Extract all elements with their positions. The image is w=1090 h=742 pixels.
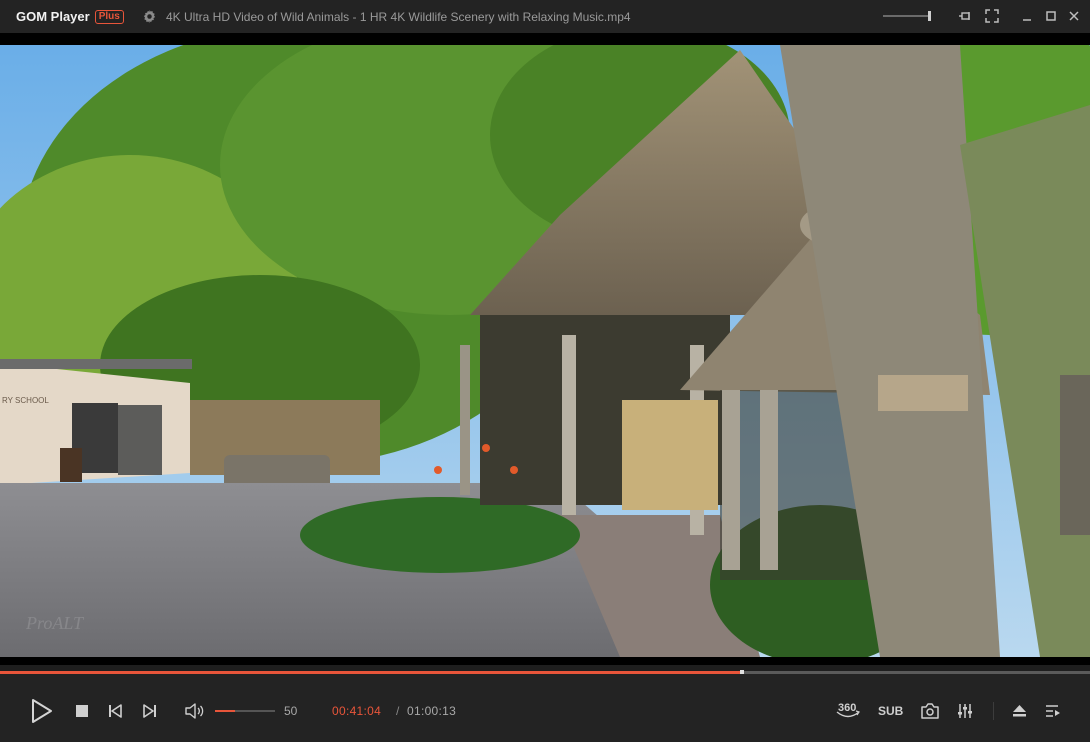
eject-icon[interactable] xyxy=(1012,704,1027,718)
maximize-icon[interactable] xyxy=(1044,9,1058,23)
gear-icon[interactable] xyxy=(142,9,157,24)
stop-icon[interactable] xyxy=(75,704,89,718)
total-time[interactable]: 01:00:13 xyxy=(407,704,456,718)
title-bar: GOM Player Plus 4K Ultra HD Video of Wil… xyxy=(0,0,1090,33)
video-area[interactable]: RY SCHOOL ProALT xyxy=(0,33,1090,665)
current-time: 00:41:04 xyxy=(332,704,382,718)
close-icon[interactable] xyxy=(1067,9,1081,23)
volume-value: 50 xyxy=(284,704,298,718)
fullscreen-icon[interactable] xyxy=(985,9,999,23)
logo-text: GOM Player xyxy=(16,9,90,24)
toolbar-divider xyxy=(993,702,994,720)
volume-icon[interactable] xyxy=(185,703,204,719)
next-icon[interactable] xyxy=(143,704,157,718)
time-separator: / xyxy=(396,704,400,718)
app-logo[interactable]: GOM Player Plus xyxy=(16,8,124,25)
video-frame: RY SCHOOL ProALT xyxy=(0,45,1090,657)
play-icon[interactable] xyxy=(28,698,54,724)
minimize-icon[interactable] xyxy=(1020,9,1034,23)
vr-360-arc-icon xyxy=(836,710,860,718)
pin-icon[interactable] xyxy=(958,9,972,23)
title-volume-slider[interactable] xyxy=(883,11,931,21)
control-bar: 50 00:41:04 / 01:00:13 360 SUB xyxy=(0,674,1090,742)
logo-plus-badge: Plus xyxy=(94,9,124,24)
video-watermark: ProALT xyxy=(25,613,85,633)
previous-icon[interactable] xyxy=(108,704,122,718)
subtitle-button[interactable]: SUB xyxy=(878,704,903,718)
window-title: 4K Ultra HD Video of Wild Animals - 1 HR… xyxy=(166,10,631,24)
building-sign: RY SCHOOL xyxy=(2,396,49,405)
volume-slider-fill xyxy=(215,710,235,712)
equalizer-icon[interactable] xyxy=(957,703,973,719)
vr-360-button[interactable]: 360 xyxy=(836,700,860,720)
volume-slider[interactable] xyxy=(215,710,275,712)
screenshot-icon[interactable] xyxy=(921,703,939,719)
playlist-icon[interactable] xyxy=(1045,704,1061,718)
title-volume-knob[interactable] xyxy=(928,11,931,21)
